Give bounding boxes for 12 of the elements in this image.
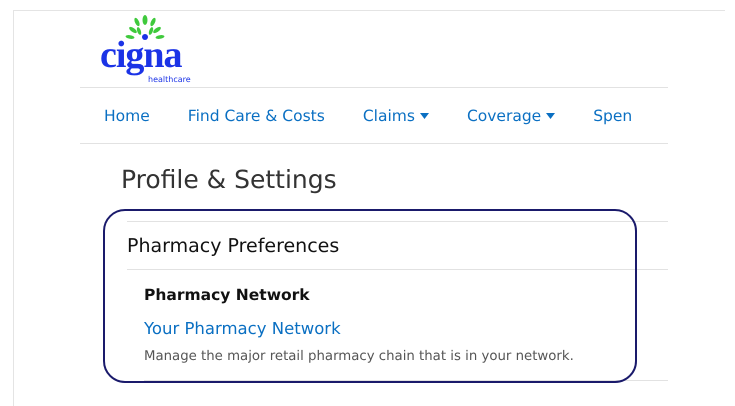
nav-link[interactable]: Spen xyxy=(593,106,632,124)
logo-wordmark: cigna xyxy=(100,35,182,75)
page-title: Profile & Settings xyxy=(121,165,338,195)
item-heading: Pharmacy Network xyxy=(144,286,311,304)
pharmacy-network-link[interactable]: Your Pharmacy Network xyxy=(144,319,341,338)
nav-link[interactable]: Claims xyxy=(362,106,429,124)
nav-link[interactable]: Coverage xyxy=(466,106,556,124)
nav-link[interactable]: Home xyxy=(104,106,150,124)
item-description: Manage the major retail pharmacy chain that is in your network. xyxy=(144,349,575,364)
section-title: Pharmacy Preferences xyxy=(127,234,340,256)
logo-tagline: healthcare xyxy=(148,75,191,84)
nav-link[interactable]: Find Care & Costs xyxy=(188,106,325,124)
